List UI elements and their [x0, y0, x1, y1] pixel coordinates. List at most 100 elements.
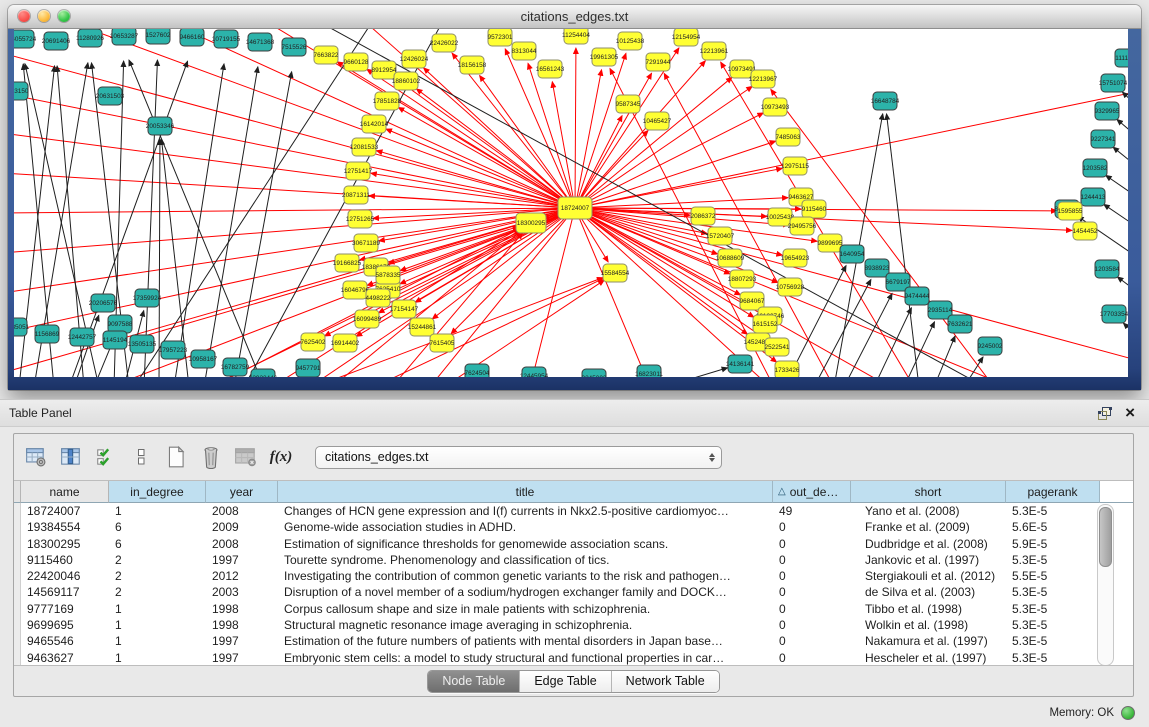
column-header-out_de[interactable]: △out_de…: [773, 481, 851, 503]
tab-network-table[interactable]: Network Table: [611, 671, 719, 692]
delete-table-icon[interactable]: [198, 444, 224, 470]
column-header-pagerank[interactable]: pagerank: [1006, 481, 1100, 503]
network-node[interactable]: 12213967: [749, 70, 778, 88]
table-cell[interactable]: 5.9E-5: [1006, 536, 1100, 552]
table-cell[interactable]: 0: [773, 584, 851, 600]
table-cell[interactable]: 22420046: [21, 568, 109, 584]
table-cell[interactable]: 0: [773, 617, 851, 633]
table-cell[interactable]: Franke et al. (2009): [851, 519, 1006, 535]
network-node[interactable]: 16561243: [536, 60, 565, 78]
network-node[interactable]: 7625402: [301, 333, 326, 351]
table-cell[interactable]: Yano et al. (2008): [851, 503, 1006, 519]
network-node[interactable]: 19166825: [333, 254, 362, 272]
network-node[interactable]: 10465427: [643, 112, 672, 130]
select-columns-icon[interactable]: [93, 444, 119, 470]
network-node[interactable]: 12751417: [344, 162, 373, 180]
network-node[interactable]: 17154147: [390, 300, 419, 318]
network-node[interactable]: 15751074: [1099, 74, 1128, 92]
table-cell[interactable]: 2: [109, 552, 206, 568]
network-node[interactable]: 29495756: [788, 217, 817, 235]
network-node[interactable]: 10719155: [212, 30, 241, 48]
zoom-window-button[interactable]: [58, 10, 70, 22]
network-node[interactable]: 1527602: [146, 29, 171, 44]
table-cell[interactable]: 1998: [206, 601, 278, 617]
network-node[interactable]: 20631503: [96, 87, 125, 105]
table-cell[interactable]: 14569117: [21, 584, 109, 600]
table-row[interactable]: 946362711997Embryonic stem cells: a mode…: [14, 650, 1133, 666]
network-node[interactable]: 7615405: [430, 334, 455, 352]
table-cell[interactable]: 5.3E-5: [1006, 617, 1100, 633]
table-cell[interactable]: 1: [109, 617, 206, 633]
network-node[interactable]: 1203584: [1095, 260, 1120, 278]
table-cell[interactable]: Structural magnetic resonance image aver…: [278, 617, 773, 633]
network-node[interactable]: 9115460: [802, 200, 827, 218]
network-node[interactable]: 1156869: [35, 325, 60, 343]
table-cell[interactable]: 2012: [206, 568, 278, 584]
network-node[interactable]: 17851828: [373, 92, 402, 110]
tab-node-table[interactable]: Node Table: [428, 671, 519, 692]
network-node[interactable]: 20053346: [146, 117, 175, 135]
table-cell[interactable]: de Silva et al. (2003): [851, 584, 1006, 600]
network-node[interactable]: 15244861: [408, 318, 437, 336]
table-cell[interactable]: 5.3E-5: [1006, 584, 1100, 600]
column-header-name[interactable]: name: [21, 481, 109, 503]
table-cell[interactable]: 5.3E-5: [1006, 633, 1100, 649]
network-node[interactable]: 16142014: [360, 115, 389, 133]
table-cell[interactable]: 9115460: [21, 552, 109, 568]
network-node[interactable]: 10653287: [110, 29, 139, 45]
table-cell[interactable]: 2003: [206, 584, 278, 600]
network-node[interactable]: 16914402: [331, 334, 360, 352]
network-node[interactable]: 12751265: [346, 210, 375, 228]
table-cell[interactable]: 1: [109, 503, 206, 519]
network-node[interactable]: 9587345: [616, 95, 641, 113]
table-cell[interactable]: 1: [109, 633, 206, 649]
table-cell[interactable]: Investigating the contribution of common…: [278, 568, 773, 584]
network-node[interactable]: 7624504: [465, 364, 490, 377]
network-node[interactable]: 9572301: [488, 29, 513, 46]
table-cell[interactable]: 6: [109, 536, 206, 552]
network-node[interactable]: 7632621: [948, 315, 973, 333]
tab-edge-table[interactable]: Edge Table: [519, 671, 610, 692]
network-node[interactable]: 2522541: [765, 338, 790, 356]
network-node[interactable]: 7485063: [776, 128, 801, 146]
network-node[interactable]: 16823011: [635, 365, 663, 377]
network-node[interactable]: 30671189: [352, 234, 380, 252]
network-node[interactable]: 10958167: [189, 350, 218, 368]
network-node[interactable]: 1733426: [775, 361, 800, 377]
memory-status-indicator[interactable]: [1121, 706, 1135, 720]
table-cell[interactable]: 2008: [206, 503, 278, 519]
network-node[interactable]: 20871311: [342, 186, 370, 204]
table-cell[interactable]: 2009: [206, 519, 278, 535]
row-height-icon[interactable]: [128, 444, 154, 470]
network-node[interactable]: 17359924: [133, 289, 162, 307]
network-node[interactable]: 2063150: [14, 82, 29, 100]
table-cell[interactable]: 0: [773, 552, 851, 568]
table-row[interactable]: 946554611997Estimation of the future num…: [14, 633, 1133, 649]
table-cell[interactable]: 0: [773, 536, 851, 552]
table-cell[interactable]: Estimation of significance thresholds fo…: [278, 536, 773, 552]
table-cell[interactable]: 0: [773, 601, 851, 617]
network-node[interactable]: 9899695: [818, 234, 843, 252]
table-cell[interactable]: 1998: [206, 617, 278, 633]
column-header-short[interactable]: short: [851, 481, 1006, 503]
table-cell[interactable]: 49: [773, 503, 851, 519]
network-node[interactable]: 17957223: [159, 341, 188, 359]
network-node[interactable]: 11280926: [76, 29, 104, 47]
create-table-icon[interactable]: [163, 444, 189, 470]
network-node[interactable]: 18156158: [458, 56, 487, 74]
column-header-title[interactable]: title: [278, 481, 773, 503]
network-node[interactable]: 16782759: [221, 358, 250, 376]
network-node[interactable]: 18300295: [516, 213, 546, 233]
table-cell[interactable]: 5.5E-5: [1006, 568, 1100, 584]
close-window-button[interactable]: [18, 10, 30, 22]
table-cell[interactable]: 9699695: [21, 617, 109, 633]
table-cell[interactable]: Stergiakouli et al. (2012): [851, 568, 1006, 584]
table-row[interactable]: 1456911722003Disruption of a novel membe…: [14, 584, 1133, 600]
network-node[interactable]: 2086372: [691, 207, 716, 225]
network-canvas[interactable]: 1405572420691406112809261065328715276029…: [14, 29, 1128, 377]
network-node[interactable]: 18724007: [558, 197, 592, 219]
show-column-icon[interactable]: [58, 444, 84, 470]
table-row[interactable]: 969969511998Structural magnetic resonanc…: [14, 617, 1133, 633]
table-cell[interactable]: 5.3E-5: [1006, 552, 1100, 568]
network-node[interactable]: 20206576: [89, 294, 118, 312]
